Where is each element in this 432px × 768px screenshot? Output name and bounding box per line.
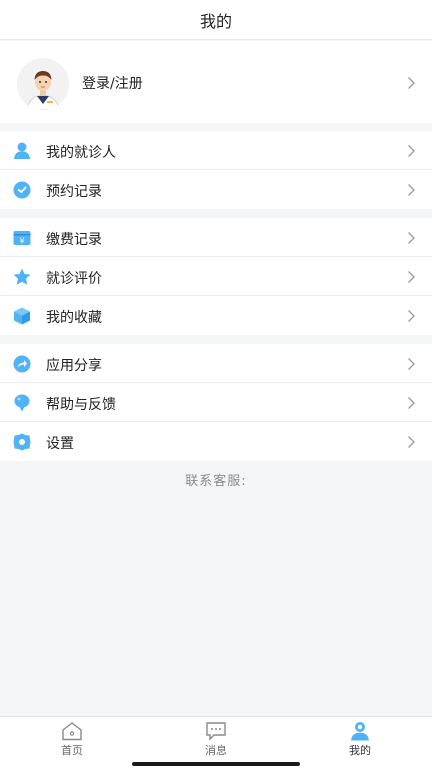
menu-label: 就诊评价 [46,271,102,287]
tab-mine[interactable]: 我的 [288,717,432,768]
tab-bar: 首页 消息 我的 [0,716,432,768]
chevron-right-icon [408,77,415,89]
clock-icon [13,181,31,199]
home-indicator [132,762,300,766]
box-icon [14,307,30,325]
gear-icon [13,433,31,451]
menu-item-favorites[interactable]: 我的收藏 [0,296,432,335]
chevron-right-icon [408,145,415,157]
chevron-right-icon [408,358,415,370]
chevron-right-icon [408,232,415,244]
share-icon [13,355,31,373]
chevron-right-icon [408,397,415,409]
menu-item-appointments[interactable]: 预约记录 [0,170,432,209]
menu-group-2: ¥ 缴费记录 就诊评价 我的收藏 [0,218,432,335]
avatar [17,58,69,110]
chevron-right-icon [408,184,415,196]
avatar-doctor-icon [17,58,69,110]
tab-home[interactable]: 首页 [0,717,144,768]
menu-item-my-patients[interactable]: 我的就诊人 [0,131,432,170]
chevron-right-icon [408,271,415,283]
tab-messages[interactable]: 消息 [144,717,288,768]
menu-group-3: 应用分享 帮助与反馈 设置 [0,344,432,461]
menu-item-share-app[interactable]: 应用分享 [0,344,432,383]
chevron-right-icon [408,310,415,322]
svg-text:¥: ¥ [19,237,24,246]
chevron-right-icon [408,436,415,448]
menu-item-payment-records[interactable]: ¥ 缴费记录 [0,218,432,257]
payment-icon: ¥ [13,231,31,246]
menu-group-1: 我的就诊人 预约记录 [0,131,432,209]
tab-label: 我的 [349,744,371,757]
login-register-link[interactable]: 登录/注册 [82,73,143,93]
menu-item-help-feedback[interactable]: 帮助与反馈 [0,383,432,422]
menu-label: 预约记录 [46,184,102,200]
patient-icon [14,142,30,159]
nav-bar: 我的 [0,0,432,40]
help-icon [14,394,30,412]
home-icon [62,722,82,741]
page-title: 我的 [199,11,232,31]
menu-label: 缴费记录 [46,232,102,248]
contact-service-link[interactable]: 联系客服: [0,470,432,489]
message-icon [206,722,226,741]
menu-label: 我的收藏 [46,310,102,326]
menu-label: 帮助与反馈 [46,397,116,413]
user-icon [351,722,369,741]
tab-label: 首页 [61,744,83,757]
profile-login-row[interactable]: 登录/注册 [0,41,432,123]
menu-item-settings[interactable]: 设置 [0,422,432,461]
tab-label: 消息 [205,744,227,757]
menu-label: 我的就诊人 [46,145,116,161]
menu-label: 应用分享 [46,358,102,374]
star-icon [13,268,31,285]
menu-label: 设置 [46,436,74,452]
menu-item-visit-reviews[interactable]: 就诊评价 [0,257,432,296]
